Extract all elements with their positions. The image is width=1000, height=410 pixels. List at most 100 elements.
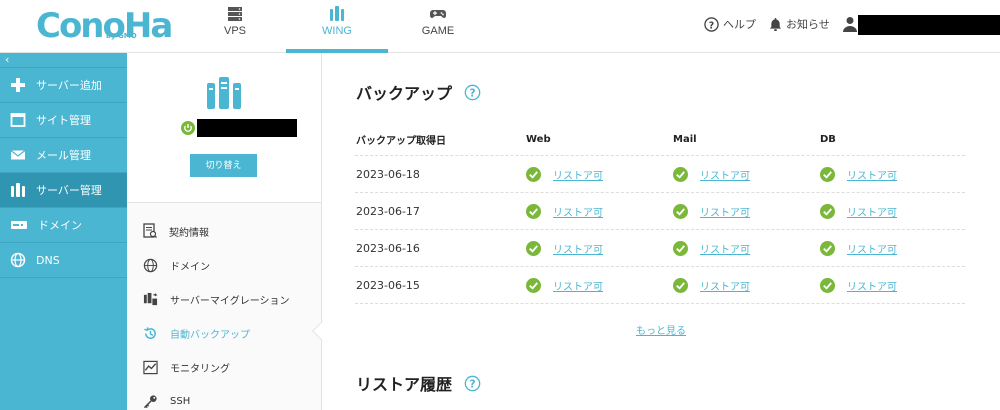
check-circle-icon xyxy=(673,277,688,293)
server-subpanel: 切り替え 契約情報 ドメイン サーバーマイグレーション 自動バックアップ モニタ… xyxy=(127,53,322,410)
restore-link[interactable]: リストア可 xyxy=(847,204,897,219)
restore-title-text: リストア履歴 xyxy=(356,375,453,394)
restore-link[interactable]: リストア可 xyxy=(553,204,603,219)
gamepad-icon xyxy=(430,10,446,18)
restore-link[interactable]: リストア可 xyxy=(700,278,750,293)
subnav-label: モニタリング xyxy=(170,363,230,375)
restore-link[interactable]: リストア可 xyxy=(553,167,603,182)
web-status: リストア可 xyxy=(526,166,673,182)
subnav-migration[interactable]: サーバーマイグレーション xyxy=(127,282,321,316)
db-status: リストア可 xyxy=(820,203,965,219)
table-row: 2023-06-15 リストア可 リストア可 リストア可 xyxy=(355,267,965,304)
user-name-redacted xyxy=(858,15,1000,35)
table-header: バックアップ取得日 Web Mail DB xyxy=(355,123,965,156)
svg-text:?: ? xyxy=(709,20,714,31)
sidebar-item-mail[interactable]: メール管理 xyxy=(0,138,127,173)
subnav-ssh[interactable]: SSH xyxy=(127,384,321,410)
top-header: ConoHa by GMO VPS WING GAME ? ヘルプ お知らせ xyxy=(0,0,1000,53)
sidebar-item-label: メール管理 xyxy=(36,149,91,162)
server-info-box: 切り替え xyxy=(127,53,321,203)
check-circle-icon xyxy=(673,203,688,219)
help-label: ヘルプ xyxy=(723,18,756,31)
table-row: 2023-06-16 リストア可 リストア可 リストア可 xyxy=(355,230,965,267)
restore-link[interactable]: リストア可 xyxy=(553,278,603,293)
main-content: バックアップ ? バックアップ取得日 Web Mail DB 2023-06-1… xyxy=(323,53,1000,410)
user-icon[interactable] xyxy=(843,16,857,32)
subnav-label: 契約情報 xyxy=(169,227,209,239)
sidebar-item-site[interactable]: サイト管理 xyxy=(0,103,127,138)
subnav-monitoring[interactable]: モニタリング xyxy=(127,350,321,384)
help-icon[interactable]: ? xyxy=(464,375,481,392)
notice-label: お知らせ xyxy=(786,18,830,31)
sidebar-item-server[interactable]: サーバー管理 xyxy=(0,173,127,208)
restore-link[interactable]: リストア可 xyxy=(553,241,603,256)
restore-link[interactable]: リストア可 xyxy=(847,167,897,182)
globe-icon xyxy=(143,258,158,272)
server-icon xyxy=(11,183,25,197)
table-row: 2023-06-17 リストア可 リストア可 リストア可 xyxy=(355,193,965,230)
sidebar-collapse-button[interactable]: ‹ xyxy=(0,53,127,68)
check-circle-icon xyxy=(526,277,541,293)
col-date: バックアップ取得日 xyxy=(356,135,446,147)
sidebar-item-domain[interactable]: ドメイン xyxy=(0,208,127,243)
globe-icon xyxy=(10,252,26,268)
restore-link[interactable]: リストア可 xyxy=(847,241,897,256)
web-status: リストア可 xyxy=(526,203,673,219)
subnav-domain[interactable]: ドメイン xyxy=(127,248,321,282)
svg-text:?: ? xyxy=(470,87,476,99)
bell-icon xyxy=(769,17,782,31)
tab-vps-label: VPS xyxy=(223,25,246,37)
monitoring-icon xyxy=(143,360,158,374)
check-circle-icon xyxy=(820,203,835,219)
mail-status: リストア可 xyxy=(673,277,820,293)
sidebar-item-dns[interactable]: DNS xyxy=(0,243,127,278)
notice-link[interactable]: お知らせ xyxy=(769,14,830,34)
table-row: 2023-06-18 リストア可 リストア可 リストア可 xyxy=(355,156,965,193)
col-mail: Mail xyxy=(673,133,697,145)
db-status: リストア可 xyxy=(820,240,965,256)
help-link[interactable]: ? ヘルプ xyxy=(704,14,756,34)
mail-status: リストア可 xyxy=(673,240,820,256)
backup-section-title: バックアップ ? xyxy=(356,80,481,104)
check-circle-icon xyxy=(820,166,835,182)
restore-link[interactable]: リストア可 xyxy=(847,278,897,293)
tab-vps[interactable]: VPS xyxy=(184,0,286,53)
db-status: リストア可 xyxy=(820,277,965,293)
restore-section-title: リストア履歴 ? xyxy=(356,371,481,395)
question-circle-icon: ? xyxy=(704,16,719,32)
tab-wing[interactable]: WING xyxy=(286,0,388,53)
tab-game-label: GAME xyxy=(421,25,455,37)
sidebar-item-add-server[interactable]: サーバー追加 xyxy=(0,68,127,103)
check-circle-icon xyxy=(820,240,835,256)
subnav-label: 自動バックアップ xyxy=(170,329,250,341)
check-circle-icon xyxy=(526,240,541,256)
web-status: リストア可 xyxy=(526,277,673,293)
server-name-redacted xyxy=(197,119,297,137)
conoha-logo[interactable]: ConoHa by GMO xyxy=(36,6,173,46)
restore-link[interactable]: リストア可 xyxy=(700,204,750,219)
subnav-auto-backup[interactable]: 自動バックアップ xyxy=(127,316,321,350)
tab-wing-label: WING xyxy=(322,25,352,37)
col-web: Web xyxy=(526,133,551,145)
backup-date: 2023-06-18 xyxy=(356,167,420,181)
svg-text:?: ? xyxy=(470,378,476,390)
power-status-icon xyxy=(181,121,195,135)
main-sidebar: ‹ サーバー追加 サイト管理 メール管理 サーバー管理 ドメイン DNS xyxy=(0,53,127,410)
switch-server-button[interactable]: 切り替え xyxy=(190,154,257,177)
more-link[interactable]: もっと見る xyxy=(636,322,686,337)
help-icon[interactable]: ? xyxy=(464,84,481,101)
server-stack-icon xyxy=(228,7,242,21)
logo-text: ConoHa xyxy=(36,6,173,46)
backup-title-text: バックアップ xyxy=(356,84,453,103)
db-status: リストア可 xyxy=(820,166,965,182)
restore-link[interactable]: リストア可 xyxy=(700,241,750,256)
restore-link[interactable]: リストア可 xyxy=(700,167,750,182)
sidebar-item-label: ドメイン xyxy=(38,219,82,232)
tab-game[interactable]: GAME xyxy=(387,0,489,53)
subnav-contract[interactable]: 契約情報 xyxy=(127,214,321,248)
web-status: リストア可 xyxy=(526,240,673,256)
subnav-label: サーバーマイグレーション xyxy=(170,295,290,307)
sidebar-item-label: サーバー管理 xyxy=(36,184,102,197)
backup-date: 2023-06-17 xyxy=(356,204,420,218)
backup-history-icon xyxy=(144,326,156,339)
